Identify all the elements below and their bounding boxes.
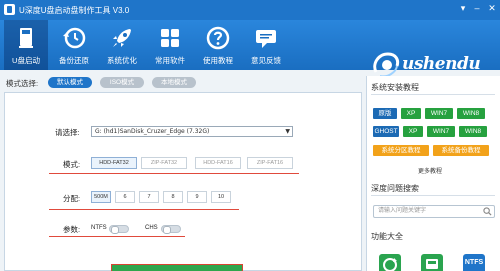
device-value: G: (hd1)SanDisk_Cruzer_Edge (7.32G) — [95, 128, 210, 135]
tab-iso-mode[interactable]: ISO模式 — [100, 77, 144, 88]
window-title: U深度U盘启动盘制作工具 V3.0 — [19, 6, 130, 15]
alloc-option-6[interactable]: 6 — [115, 191, 135, 203]
title-bar: U深度U盘启动盘制作工具 V3.0 ▾ – ✕ — [0, 0, 500, 20]
right-panel: 系统安装教程 原版 XP WIN7 WIN8 GHOST XP WIN7 WIN… — [366, 76, 500, 271]
feature-tool-2[interactable] — [421, 254, 443, 271]
tool-tutorial[interactable]: 使用教程 — [196, 20, 240, 70]
restore-clock-icon — [63, 27, 86, 49]
tool-common-software[interactable]: 常用软件 — [148, 20, 192, 70]
tool-label: 备份还原 — [59, 56, 89, 65]
tag-original[interactable]: 原版 — [373, 108, 397, 119]
install-tutorial-title: 系统安装教程 — [371, 83, 419, 92]
brand-name: ushendu — [402, 54, 481, 74]
alloc-options: 500M 6 7 8 9 10 — [89, 191, 239, 205]
chevron-down-icon: ▼ — [285, 128, 290, 135]
app-logo-icon — [4, 4, 15, 15]
feature-ntfs[interactable]: NTFS — [463, 254, 485, 271]
alloc-option-9[interactable]: 9 — [187, 191, 207, 203]
tag-xp[interactable]: XP — [401, 108, 421, 119]
tag-win7[interactable]: WIN7 — [425, 108, 453, 119]
refresh-icon — [383, 258, 397, 271]
pattern-option-hdd-fat32[interactable]: HDD-FAT32 — [91, 157, 137, 169]
tool-label: 意见反馈 — [251, 56, 281, 65]
alloc-underline — [49, 209, 239, 210]
tab-default-mode[interactable]: 默认模式 — [48, 77, 92, 88]
device-label: 请选择: — [55, 128, 80, 137]
tool-label: 使用教程 — [203, 56, 233, 65]
tool-usb-boot[interactable]: U盘启动 — [4, 20, 48, 70]
ntfs-label: NTFS — [91, 225, 107, 231]
tag-ghost-xp[interactable]: XP — [403, 126, 423, 137]
tag-ghost-win7[interactable]: WIN7 — [427, 126, 455, 137]
help-circle-icon — [206, 26, 230, 50]
question-search-input[interactable]: 请输入问题关键字 — [373, 205, 495, 218]
ntfs-feature-label: NTFS — [464, 259, 484, 266]
search-section-title: 深度问题搜索 — [371, 184, 419, 193]
chs-label: CHS — [145, 225, 158, 231]
tag-win8[interactable]: WIN8 — [457, 108, 485, 119]
drive-tool-icon — [426, 259, 438, 269]
more-tutorials-link[interactable]: 更多教程 — [418, 166, 442, 175]
chs-toggle[interactable] — [161, 225, 181, 234]
alloc-label: 分配: — [63, 194, 81, 203]
pattern-underline — [49, 173, 299, 174]
alloc-option-8[interactable]: 8 — [163, 191, 183, 203]
tool-system-optimize[interactable]: 系统优化 — [100, 20, 144, 70]
device-select[interactable]: G: (hd1)SanDisk_Cruzer_Edge (7.32G) ▼ — [91, 126, 293, 137]
rocket-icon — [113, 29, 131, 47]
pattern-option-zip-fat32[interactable]: ZIP-FAT32 — [141, 157, 187, 169]
close-button[interactable]: ✕ — [486, 2, 498, 14]
pattern-options: HDD-FAT32 ZIP-FAT32 HDD-FAT16 ZIP-FAT16 — [89, 157, 299, 171]
tool-feedback[interactable]: 意见反馈 — [244, 20, 288, 70]
pattern-option-zip-fat16[interactable]: ZIP-FAT16 — [247, 157, 293, 169]
tool-backup-restore[interactable]: 备份还原 — [52, 20, 96, 70]
main-toolbar: U盘启动 备份还原 系统优化 常用软件 使用教程 意见反馈 ushendu — [0, 20, 500, 78]
tool-label: 系统优化 — [107, 56, 137, 65]
section-divider — [371, 195, 495, 196]
alloc-option-500m[interactable]: 500M — [91, 191, 111, 203]
app-grid-icon — [161, 29, 179, 47]
tag-ghost[interactable]: GHOST — [373, 126, 399, 137]
tool-label: U盘启动 — [12, 56, 40, 65]
features-section-title: 功能大全 — [371, 232, 403, 241]
search-icon[interactable] — [483, 207, 492, 216]
minimize-button[interactable]: – — [471, 2, 483, 14]
tag-backup-tutorial[interactable]: 系统备份教程 — [433, 145, 489, 156]
pattern-label: 模式: — [63, 160, 81, 169]
feature-tool-1[interactable] — [379, 254, 401, 271]
tag-partition-tutorial[interactable]: 系统分区教程 — [373, 145, 429, 156]
tool-label: 常用软件 — [155, 56, 185, 65]
param-underline — [49, 236, 185, 237]
menu-dropdown-icon[interactable]: ▾ — [457, 2, 469, 14]
usb-drive-icon — [19, 28, 33, 48]
ntfs-toggle[interactable] — [109, 225, 129, 234]
start-make-button[interactable] — [111, 264, 243, 271]
alloc-option-10[interactable]: 10 — [211, 191, 231, 203]
search-placeholder: 请输入问题关键字 — [378, 208, 427, 214]
section-divider — [371, 94, 495, 95]
main-panel: 请选择: G: (hd1)SanDisk_Cruzer_Edge (7.32G)… — [4, 92, 362, 271]
pattern-option-hdd-fat16[interactable]: HDD-FAT16 — [195, 157, 241, 169]
mode-selection-row: 模式选择: 默认模式 ISO模式 本地模式 — [0, 74, 362, 90]
alloc-option-7[interactable]: 7 — [139, 191, 159, 203]
mode-label: 模式选择: — [6, 79, 39, 88]
tag-ghost-win8[interactable]: WIN8 — [459, 126, 487, 137]
param-label: 参数: — [63, 225, 81, 234]
tab-local-mode[interactable]: 本地模式 — [152, 77, 196, 88]
chat-bubble-icon — [256, 30, 276, 48]
